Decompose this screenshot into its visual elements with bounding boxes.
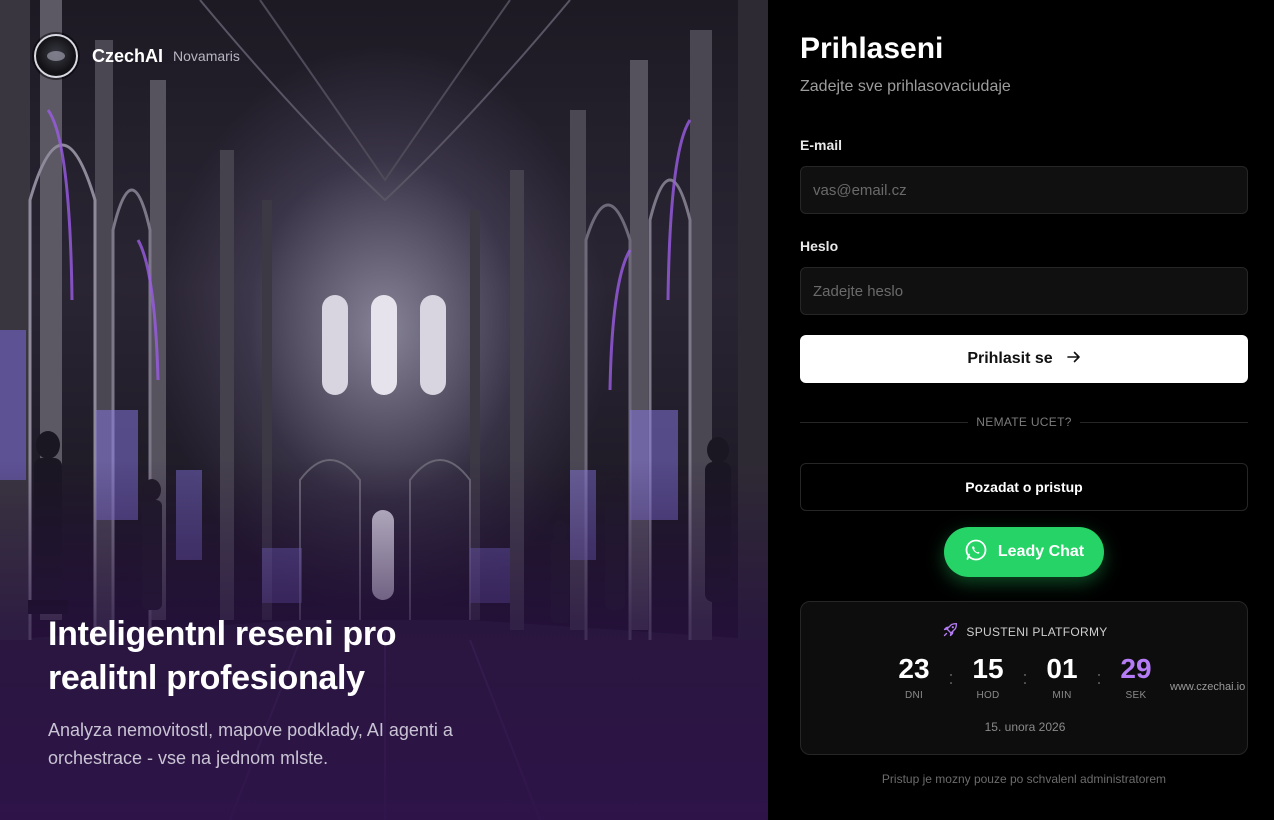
countdown-seconds-label: SEK — [1125, 690, 1147, 701]
countdown-heading-text: SPUSTENI PLATFORMY — [966, 624, 1108, 639]
hero-title: Inteligentnl reseni pro realitnl profesi… — [48, 612, 568, 700]
password-label: Heslo — [800, 238, 839, 254]
brand-subtitle: Novamaris — [173, 48, 240, 64]
login-panel: Prihlaseni Zadejte sve prihlasovaciudaje… — [768, 0, 1274, 820]
countdown-separator: : — [948, 668, 954, 688]
leady-chat-button[interactable]: Leady Chat — [944, 527, 1104, 577]
hero-description-line-2: orchestrace - vse na jednom mlste. — [48, 748, 329, 768]
whatsapp-icon — [964, 538, 988, 567]
login-submit-button[interactable]: Prihlasit se — [800, 335, 1248, 383]
countdown-launch-date: 15. unora 2026 — [984, 720, 1066, 734]
countdown-days-value: 23 — [898, 653, 930, 684]
countdown-days-label: DNI — [904, 690, 924, 701]
hero-copy: Inteligentnl reseni pro realitnl profesi… — [48, 612, 568, 772]
email-label: E-mail — [800, 137, 843, 153]
hero-section: CzechAI Novamaris Inteligentnl reseni pr… — [0, 0, 768, 820]
countdown-timer: 23 DNI : 15 HOD : 01 MIN : 29 SEK — [801, 652, 1249, 701]
hero-description: Analyza nemovitostl, mapove podklady, AI… — [48, 716, 568, 772]
countdown-heading: SPUSTENI PLATFORMY — [801, 622, 1249, 641]
hero-title-line-2: realitnl profesionaly — [48, 659, 365, 697]
countdown-hours: 15 HOD — [962, 652, 1014, 701]
countdown-hours-value: 15 — [972, 653, 1004, 684]
login-submit-label: Prihlasit se — [967, 350, 1053, 367]
countdown-days: 23 DNI — [888, 652, 940, 701]
rocket-icon — [942, 622, 958, 641]
email-field[interactable] — [800, 166, 1248, 214]
countdown-hours-label: HOD — [976, 690, 1000, 701]
hero-description-line-1: Analyza nemovitostl, mapove podklady, AI… — [48, 720, 453, 740]
countdown-separator: : — [1096, 668, 1102, 688]
countdown-minutes-label: MIN — [1052, 690, 1072, 701]
arrow-right-icon — [1066, 350, 1081, 369]
login-subtitle: Zadejte sve prihlasovaciudaje — [800, 78, 1011, 95]
countdown-seconds-value: 29 — [1120, 653, 1152, 684]
brand[interactable]: CzechAI Novamaris — [34, 34, 240, 78]
countdown-minutes-value: 01 — [1046, 653, 1078, 684]
hero-title-line-1: Inteligentnl reseni pro — [48, 615, 397, 653]
brand-name: CzechAI — [92, 45, 164, 66]
countdown-separator: : — [1022, 668, 1028, 688]
countdown-seconds: 29 SEK — [1110, 652, 1162, 701]
brand-logo-icon — [34, 34, 78, 78]
access-note: Pristup je mozny pouze po schvalenl admi… — [881, 772, 1167, 786]
request-access-button[interactable]: Pozadat o pristup — [800, 463, 1248, 511]
password-field[interactable] — [800, 267, 1248, 315]
login-title: Prihlaseni — [800, 32, 944, 65]
countdown-minutes: 01 MIN — [1036, 652, 1088, 701]
launch-countdown: SPUSTENI PLATFORMY 23 DNI : 15 HOD : 01 … — [800, 601, 1248, 755]
divider-line-right — [1080, 422, 1248, 423]
leady-chat-label: Leady Chat — [997, 543, 1085, 560]
site-watermark: www.czechai.io — [1170, 681, 1246, 693]
no-account-divider: NEMATE UCET? — [800, 414, 1248, 430]
